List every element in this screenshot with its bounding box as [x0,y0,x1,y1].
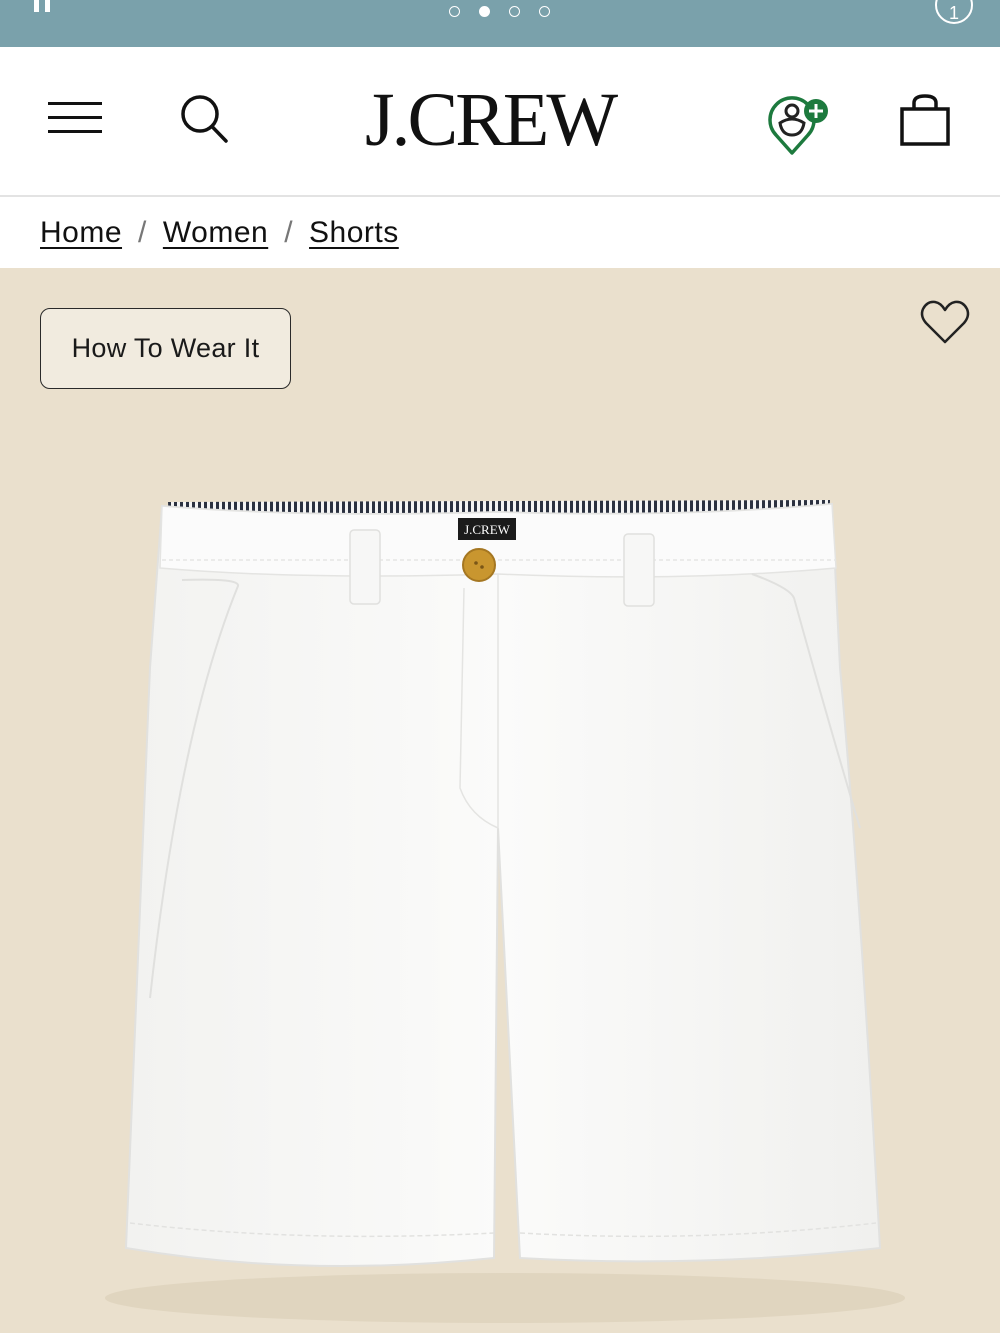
search-icon[interactable] [176,91,232,147]
promo-banner: 1 [0,0,1000,47]
breadcrumb-separator: / [284,216,294,249]
product-image-white-shorts[interactable]: J.CREW [0,268,1000,1333]
waistband-tag-text: J.CREW [464,522,511,537]
breadcrumb-home[interactable]: Home [40,216,122,250]
info-icon[interactable]: 1 [935,0,973,24]
carousel-dot-active[interactable] [479,6,490,17]
carousel-dot[interactable] [539,6,550,17]
shopping-bag-icon[interactable] [896,92,954,150]
carousel-dots [449,6,550,17]
carousel-dot[interactable] [449,6,460,17]
pause-icon[interactable] [32,0,54,14]
rewards-user-plus-icon[interactable] [764,89,834,159]
brand-logo[interactable]: J.CREW [340,75,640,165]
breadcrumb-separator: / [138,216,147,249]
site-header: J.CREW [0,47,1000,197]
product-image-gallery[interactable]: J.CREW How To Wear It [0,268,1000,1333]
breadcrumb-women[interactable]: Women [163,216,268,250]
heart-icon[interactable] [918,298,972,348]
carousel-dot[interactable] [509,6,520,17]
how-to-wear-button[interactable]: How To Wear It [40,308,291,389]
hamburger-menu-icon[interactable] [46,99,104,137]
breadcrumb-shorts[interactable]: Shorts [309,216,399,250]
breadcrumb: Home / Women / Shorts [40,212,399,254]
